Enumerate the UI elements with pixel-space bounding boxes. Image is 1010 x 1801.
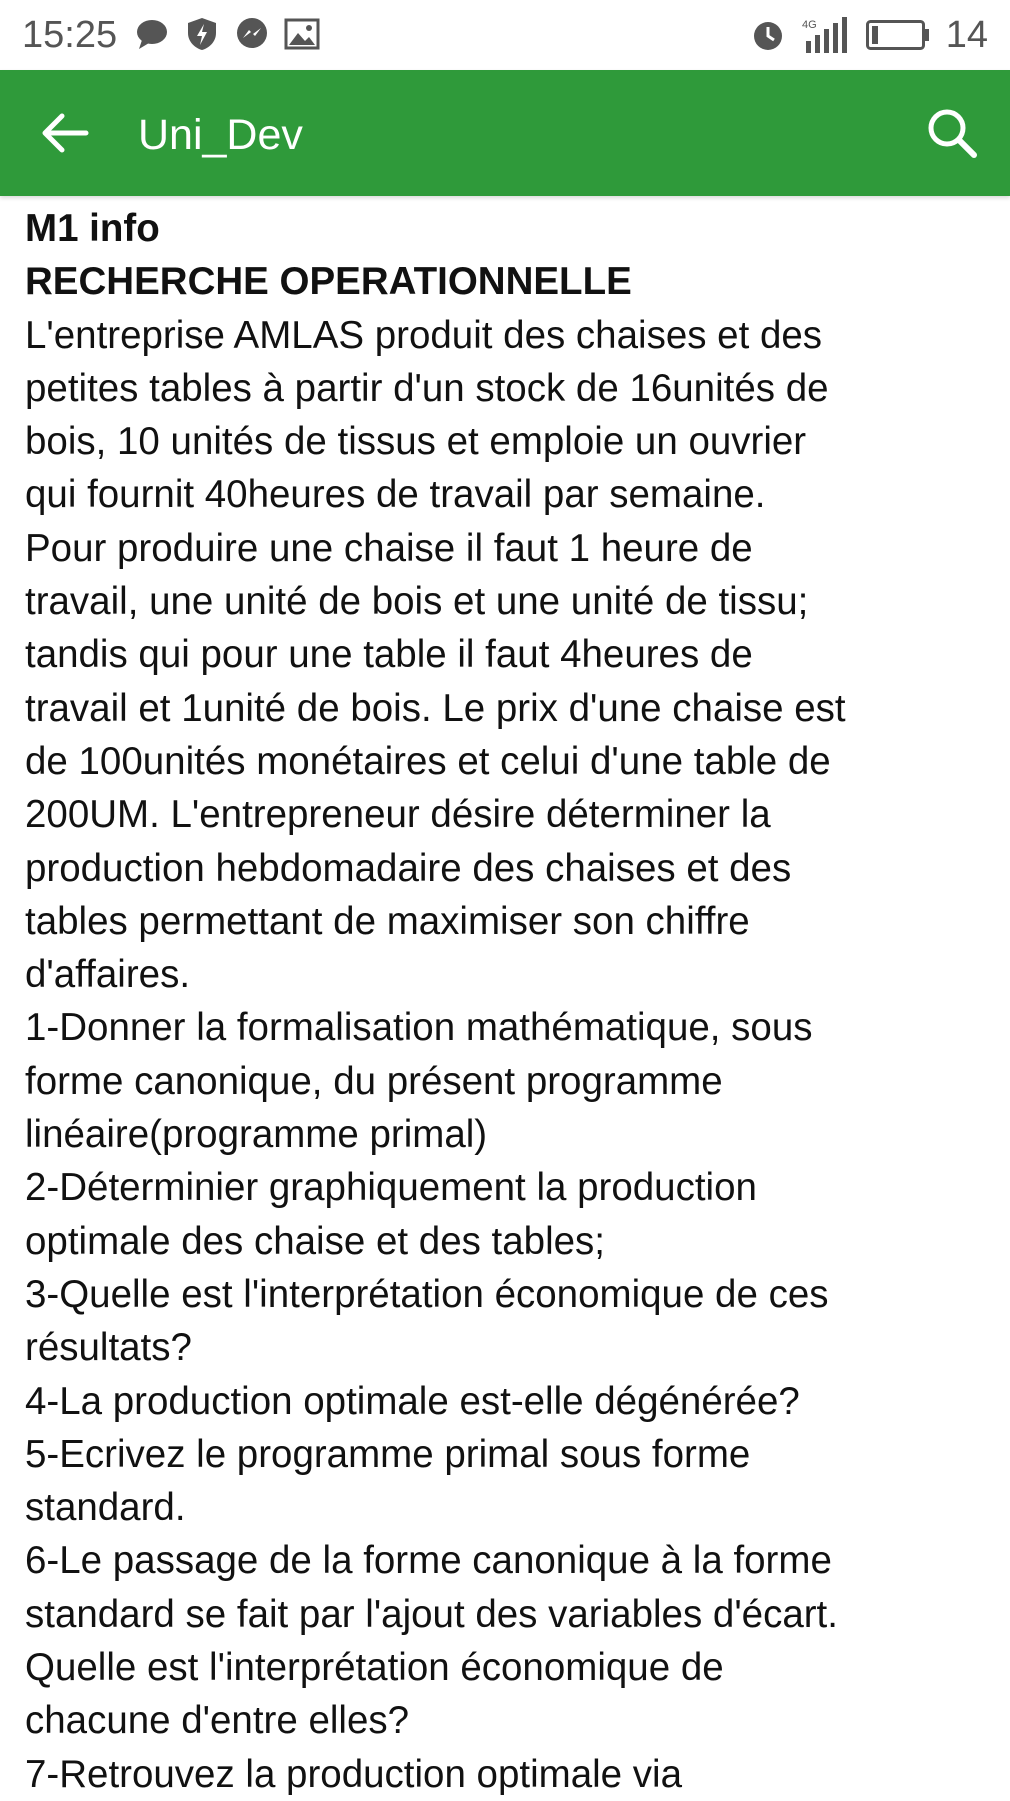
post-line: Quelle est l'interprétation économique d… [25,1646,724,1690]
alarm-icon [753,22,782,50]
post-line: 4-La production optimale est-elle dégéné… [25,1379,800,1423]
post-line: petites tables à partir d'un stock de 16… [25,366,829,410]
post-line: tandis qui pour une table il faut 4heure… [25,633,753,677]
status-bar: 15:25 4G 14 [0,0,1010,70]
svg-text:4G: 4G [802,19,817,31]
post-line: 200UM. L'entrepreneur désire déterminer … [25,793,771,837]
messenger-icon [237,18,267,48]
post-heading-subject: RECHERCHE OPERATIONNELLE [25,260,632,304]
post-line: travail, une unité de bois et une unité … [25,580,809,624]
post-line: 7-Retrouvez la production optimale via [25,1752,682,1796]
status-time: 15:25 [22,14,118,56]
chat-bubble-icon [137,20,167,49]
post-line: tables permettant de maximiser son chiff… [25,899,750,943]
post-line: optimale des chaise et des tables; [25,1219,605,1263]
search-button[interactable] [922,103,982,163]
post-line: 6-Le passage de la forme canonique à la … [25,1539,832,1583]
gallery-icon [284,18,320,50]
post-content: M1 info RECHERCHE OPERATIONNELLE L'entre… [25,202,993,1801]
post-line: forme canonique, du présent programme [25,1059,723,1103]
shield-icon [188,18,216,50]
post-line: travail et 1unité de bois. Le prix d'une… [25,686,846,730]
post-line: 3-Quelle est l'interprétation économique… [25,1272,829,1316]
signal-4g-icon: 4G [802,17,847,53]
post-line: d'affaires. [25,953,191,997]
post-line: production hebdomadaire des chaises et d… [25,846,792,890]
arrow-left-icon [42,113,89,153]
post-line: de 100unités monétaires et celui d'une t… [25,739,831,783]
battery-icon [865,20,929,50]
post-line: résultats? [25,1326,192,1370]
app-title: Uni_Dev [138,111,303,159]
app-bar: Uni_Dev [0,70,1010,196]
status-system-icons: 4G 14 [750,12,988,58]
post-line: Pour produire une chaise il faut 1 heure… [25,526,753,570]
post-line: qui fournit 40heures de travail par sema… [25,473,766,517]
post-line: L'entreprise AMLAS produit des chaises e… [25,313,823,357]
battery-level: 14 [945,14,988,56]
back-button[interactable] [36,103,96,163]
post-line: linéaire(programme primal) [25,1113,488,1157]
search-icon [928,109,977,158]
post-heading-level: M1 info [25,207,160,250]
post-line: 1-Donner la formalisation mathématique, … [25,1006,813,1050]
post-line: standard. [25,1486,186,1530]
post-line: 5-Ecrivez le programme primal sous forme [25,1432,751,1476]
post-line: chacune d'entre elles? [25,1699,410,1743]
status-notification-icons [134,16,320,52]
post-line: standard se fait par l'ajout des variabl… [25,1592,838,1636]
post-line: bois, 10 unités de tissus et emploie un … [25,420,807,464]
post-line: 2-Déterminier graphiquement la productio… [25,1166,757,1210]
